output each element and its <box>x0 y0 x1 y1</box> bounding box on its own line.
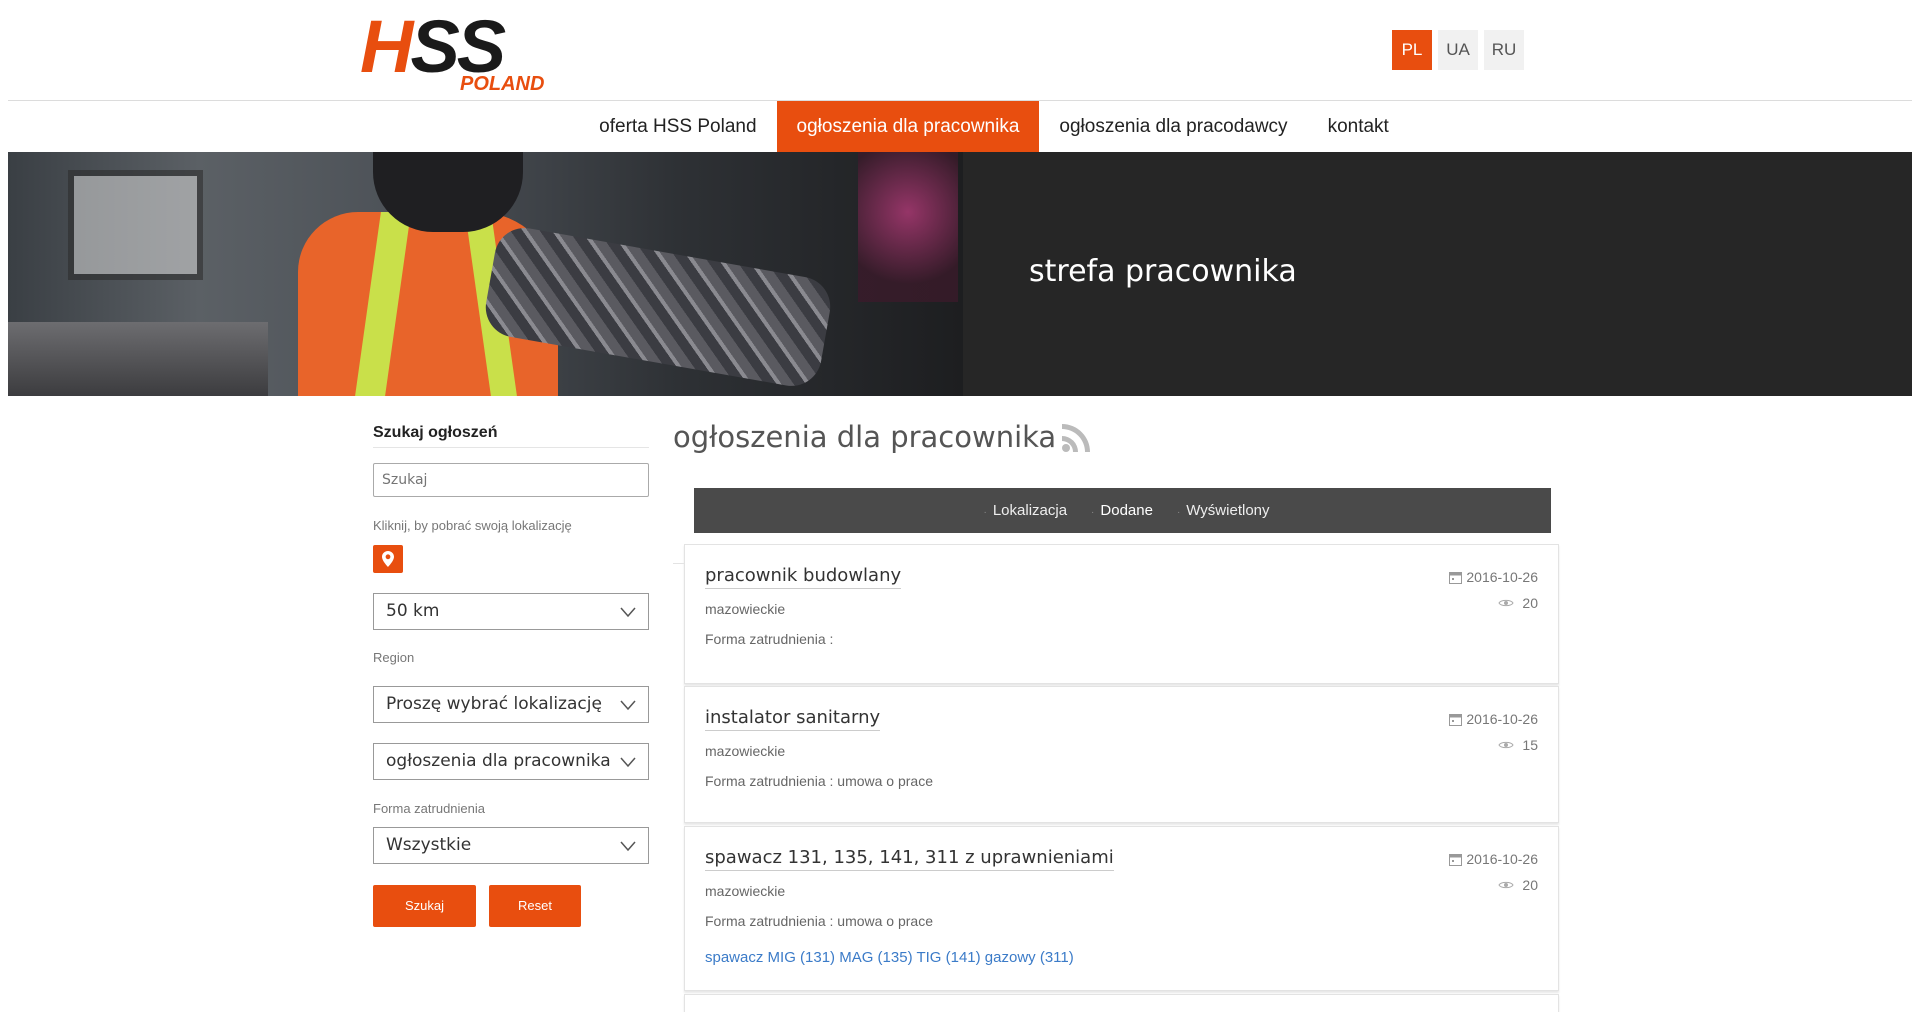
page-title: ogłoszenia dla pracownika <box>673 420 1094 454</box>
rss-icon[interactable] <box>1060 420 1094 454</box>
listing-views: 20 <box>1498 877 1538 893</box>
lang-ru[interactable]: RU <box>1484 30 1524 70</box>
listing-region: mazowieckie <box>705 743 786 759</box>
eye-icon <box>1498 741 1514 749</box>
forma-label: Forma zatrudnienia <box>373 801 485 816</box>
location-label: Kliknij, by pobrać swoją lokalizację <box>373 518 572 533</box>
sort-wyswietlony-label: Wyświetlony <box>1186 502 1270 519</box>
listing-views: 20 <box>1498 595 1538 611</box>
listing-views-count: 20 <box>1522 877 1538 893</box>
calendar-icon <box>1449 571 1463 584</box>
region-select[interactable]: Proszę wybrać lokalizację <box>373 686 649 723</box>
search-sidebar: Szukaj ogłoszeń Kliknij, by pobrać swoją… <box>373 424 649 927</box>
sort-dot: · <box>1091 507 1095 518</box>
eye-icon <box>1498 881 1514 889</box>
lang-pl[interactable]: PL <box>1392 30 1432 70</box>
language-switcher: PL UA RU <box>1392 30 1524 70</box>
listing-date-text: 2016-10-26 <box>1466 569 1538 585</box>
region-select-value: Proszę wybrać lokalizację <box>386 694 602 714</box>
lang-ua[interactable]: UA <box>1438 30 1478 70</box>
listing-date: 2016-10-26 <box>1449 569 1538 585</box>
logo-letter-h: H <box>360 5 413 88</box>
hero-worker-photo <box>8 152 963 396</box>
listing-description-link[interactable]: spawacz MIG (131) MAG (135) TIG (141) ga… <box>705 949 1074 966</box>
sort-dodane-label: Dodane <box>1100 502 1153 519</box>
listing-item[interactable]: spawacz 131, 135, 141, 311 z uprawnienia… <box>684 826 1559 991</box>
listing-region: mazowieckie <box>705 601 786 617</box>
forma-select-value: Wszystkie <box>386 835 472 855</box>
listing-item[interactable]: instalator sanitarny mazowieckie Forma z… <box>684 686 1559 823</box>
chevron-down-icon <box>620 841 636 852</box>
chevron-down-icon <box>620 757 636 768</box>
radius-select-value: 50 km <box>386 601 440 621</box>
listing-title[interactable]: spawacz 131, 135, 141, 311 z uprawnienia… <box>705 847 1114 871</box>
site-header: HSS POLAND PL UA RU <box>8 0 1912 101</box>
listing-type-select[interactable]: ogłoszenia dla pracownika <box>373 743 649 780</box>
main-nav: oferta HSS Poland ogłoszenia dla pracown… <box>0 101 1920 152</box>
sort-wyswietlony[interactable]: · Wyświetlony <box>1177 502 1270 519</box>
listing-views-count: 15 <box>1522 737 1538 753</box>
get-location-button[interactable] <box>373 545 403 573</box>
radius-select[interactable]: 50 km <box>373 593 649 630</box>
hss-poland-logo[interactable]: HSS POLAND <box>360 10 570 95</box>
listing-region: mazowieckie <box>705 883 786 899</box>
region-label: Region <box>373 650 415 665</box>
sort-bar: · Lokalizacja · Dodane · Wyświetlony <box>694 488 1551 533</box>
listing-forma: Forma zatrudnienia : umowa o prace <box>705 913 933 929</box>
nav-item-pracownik[interactable]: ogłoszenia dla pracownika <box>776 101 1040 152</box>
chevron-down-icon <box>620 700 636 711</box>
listing-views-count: 20 <box>1522 595 1538 611</box>
sidebar-title: Szukaj ogłoszeń <box>373 424 649 448</box>
eye-icon <box>1498 599 1514 607</box>
page-title-text: ogłoszenia dla pracownika <box>673 420 1057 454</box>
listing-item[interactable]: pracownik budowlany mazowieckie Forma za… <box>684 544 1559 684</box>
nav-item-oferta[interactable]: oferta HSS Poland <box>579 101 776 152</box>
listing-date: 2016-10-26 <box>1449 851 1538 867</box>
listing-date: 2016-10-26 <box>1449 711 1538 727</box>
calendar-icon <box>1449 713 1463 726</box>
chevron-down-icon <box>620 607 636 618</box>
search-input[interactable] <box>373 463 649 497</box>
listing-forma: Forma zatrudnienia : <box>705 631 834 647</box>
nav-item-pracodawca[interactable]: ogłoszenia dla pracodawcy <box>1039 101 1307 152</box>
hero-banner: strefa pracownika <box>8 152 1912 396</box>
map-pin-icon <box>382 551 394 567</box>
sort-dot: · <box>983 507 987 518</box>
reset-button[interactable]: Reset <box>489 885 581 927</box>
search-button[interactable]: Szukaj <box>373 885 476 927</box>
listing-title[interactable]: instalator sanitarny <box>705 707 881 731</box>
forma-select[interactable]: Wszystkie <box>373 827 649 864</box>
calendar-icon <box>1449 853 1463 866</box>
listing-views: 15 <box>1498 737 1538 753</box>
listing-title[interactable]: pracownik budowlany <box>705 565 902 589</box>
sort-dot: · <box>1176 507 1181 518</box>
listing-forma: Forma zatrudnienia : umowa o prace <box>705 773 933 789</box>
listing-item[interactable] <box>684 994 1559 1012</box>
listing-date-text: 2016-10-26 <box>1466 711 1538 727</box>
listing-type-select-value: ogłoszenia dla pracownika <box>386 751 611 771</box>
hero-title: strefa pracownika <box>1029 254 1297 289</box>
listing-date-text: 2016-10-26 <box>1466 851 1538 867</box>
sort-lokalizacja[interactable]: · Lokalizacja <box>983 502 1067 519</box>
logo-subtext: POLAND <box>460 73 545 95</box>
sort-dodane[interactable]: · Dodane <box>1091 502 1153 519</box>
nav-item-kontakt[interactable]: kontakt <box>1308 101 1409 152</box>
sort-lokalizacja-label: Lokalizacja <box>992 502 1068 519</box>
